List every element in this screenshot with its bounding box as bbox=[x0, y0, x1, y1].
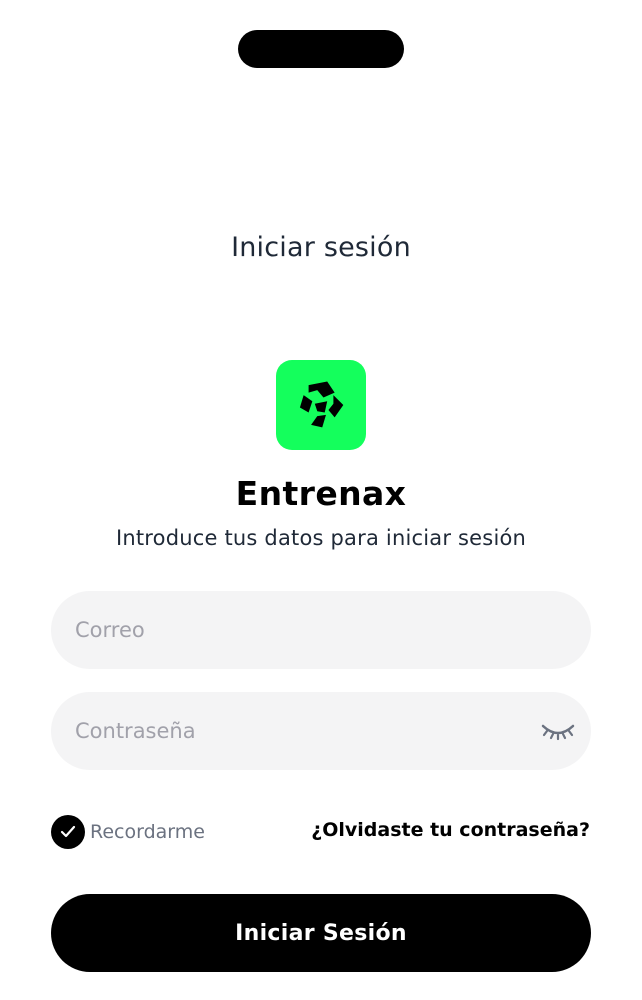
login-button[interactable]: Iniciar Sesión bbox=[51, 894, 591, 972]
password-field[interactable] bbox=[51, 692, 591, 770]
forgot-password-link[interactable]: ¿Olvidaste tu contraseña? bbox=[311, 819, 590, 841]
login-subtitle: Introduce tus datos para iniciar sesión bbox=[115, 526, 527, 550]
page-title: Iniciar sesión bbox=[231, 232, 411, 263]
email-field[interactable] bbox=[51, 591, 591, 669]
eye-closed-icon[interactable] bbox=[541, 718, 575, 742]
brand-name: Entrenax bbox=[235, 474, 407, 513]
email-input[interactable] bbox=[51, 591, 591, 669]
remember-me-label: Recordarme bbox=[90, 821, 205, 843]
entrenax-logo-icon bbox=[299, 381, 344, 428]
app-logo bbox=[276, 360, 366, 450]
remember-me-checkbox[interactable]: Recordarme bbox=[51, 815, 205, 849]
device-notch bbox=[238, 30, 404, 68]
check-circle-icon[interactable] bbox=[51, 815, 85, 849]
password-input[interactable] bbox=[51, 692, 591, 770]
